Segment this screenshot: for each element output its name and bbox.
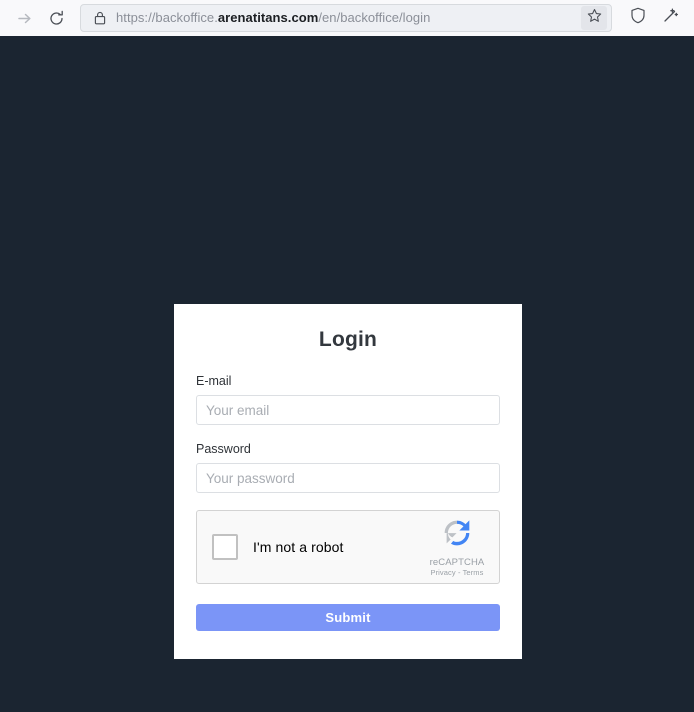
- recaptcha-widget[interactable]: I'm not a robot reCAPTCHA Privacy - Term…: [196, 510, 500, 584]
- recaptcha-label: I'm not a robot: [253, 539, 344, 555]
- email-input[interactable]: [196, 395, 500, 425]
- shield-icon: [630, 7, 646, 29]
- address-bar[interactable]: https://backoffice.arenatitans.com/en/ba…: [80, 4, 612, 32]
- password-label: Password: [196, 442, 251, 456]
- arrow-right-icon: [16, 10, 33, 27]
- url-text: https://backoffice.arenatitans.com/en/ba…: [111, 10, 581, 26]
- page-title: Login: [318, 328, 378, 351]
- shield-button[interactable]: [624, 4, 652, 32]
- recaptcha-checkbox[interactable]: [212, 534, 238, 560]
- browser-toolbar: https://backoffice.arenatitans.com/en/ba…: [0, 0, 694, 36]
- bookmark-button[interactable]: [581, 6, 607, 30]
- magic-wand-button[interactable]: [656, 4, 684, 32]
- recaptcha-brand-name: reCAPTCHA: [429, 557, 485, 568]
- recaptcha-legal-links[interactable]: Privacy - Terms: [421, 568, 493, 578]
- magic-wand-icon: [662, 7, 679, 29]
- star-icon: [587, 8, 602, 28]
- url-domain: arenatitans.com: [217, 10, 319, 25]
- reload-button[interactable]: [42, 4, 70, 32]
- recaptcha-checkbox-wrap[interactable]: [197, 534, 253, 560]
- password-input[interactable]: [196, 463, 500, 493]
- submit-button[interactable]: Submit: [196, 604, 500, 631]
- recaptcha-logo-icon: [421, 516, 493, 555]
- forward-button[interactable]: [10, 4, 38, 32]
- page-content: Login E-mail Password I'm not a robot: [0, 36, 694, 712]
- email-label: E-mail: [196, 374, 232, 388]
- recaptcha-brand: reCAPTCHA Privacy - Terms: [421, 516, 499, 578]
- url-prefix: https://backoffice.: [116, 10, 218, 25]
- login-card: Login E-mail Password I'm not a robot: [174, 304, 522, 659]
- url-path: /en/backoffice/login: [318, 10, 431, 25]
- email-field-group: E-mail: [196, 374, 500, 425]
- password-field-group: Password: [196, 442, 500, 493]
- lock-icon: [89, 7, 111, 29]
- reload-icon: [48, 10, 65, 27]
